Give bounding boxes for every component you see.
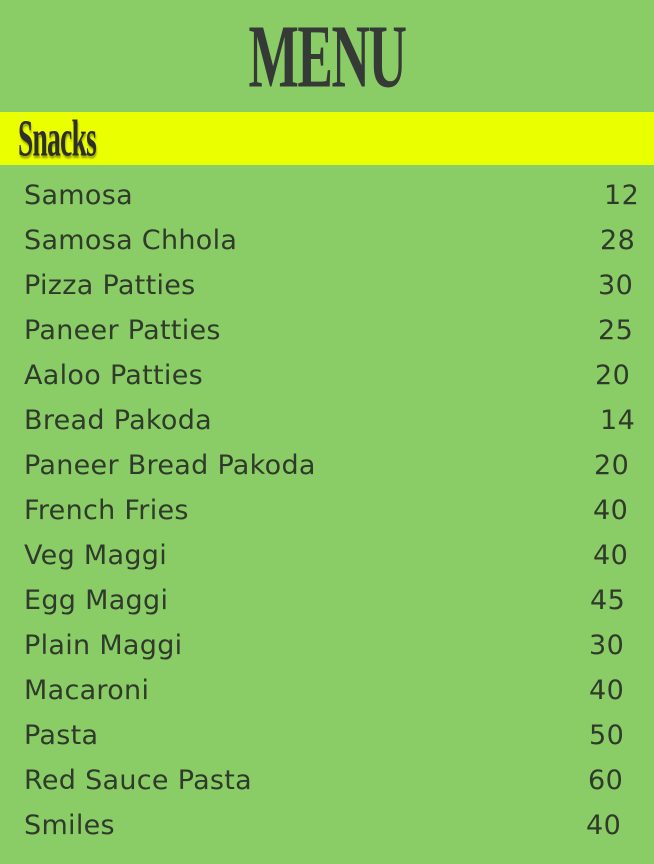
menu-item-name: Smiles — [24, 810, 115, 841]
menu-item-list: Samosa 12 Samosa Chhola 28 Pizza Patties… — [0, 176, 654, 851]
menu-item-price: 40 — [589, 675, 625, 706]
section-title-text: Snacks — [18, 109, 97, 167]
menu-item-name: Samosa Chhola — [24, 225, 238, 256]
menu-item: Plain Maggi 30 — [0, 626, 654, 671]
menu-item-price: 30 — [589, 630, 625, 661]
menu-item-price: 12 — [604, 180, 640, 211]
menu-item-name: Macaroni — [24, 675, 150, 706]
menu-item: Veg Maggi 40 — [0, 536, 654, 581]
menu-item-name: Aaloo Patties — [24, 360, 204, 391]
menu-item-price: 14 — [600, 405, 636, 436]
menu-item-price: 28 — [600, 225, 636, 256]
menu-item-price: 20 — [595, 360, 631, 391]
menu-item-price: 45 — [590, 585, 626, 616]
menu-item-name: Bread Pakoda — [24, 405, 212, 436]
menu-item: Pasta 50 — [0, 716, 654, 761]
menu-item: Paneer Patties 25 — [0, 311, 654, 356]
menu-title-text: MENU — [248, 6, 406, 108]
menu-item-name: Paneer Bread Pakoda — [24, 450, 316, 481]
menu-item-price: 40 — [593, 540, 629, 571]
menu-item: Paneer Bread Pakoda 20 — [0, 446, 654, 491]
menu-item-name: Plain Maggi — [24, 630, 183, 661]
section-title: Snacks — [18, 112, 144, 165]
menu-item-price: 40 — [586, 810, 622, 841]
menu-item-price: 30 — [598, 270, 634, 301]
menu-item: Bread Pakoda 14 — [0, 401, 654, 446]
menu-item-name: French Fries — [24, 495, 189, 526]
menu-item-name: Egg Maggi — [24, 585, 169, 616]
menu-item-price: 20 — [594, 450, 630, 481]
menu-item-name: Veg Maggi — [24, 540, 168, 571]
menu-item: Samosa 12 — [0, 176, 654, 221]
menu-item-price: 40 — [593, 495, 629, 526]
menu-item-price: 60 — [588, 765, 624, 796]
section-header-bar: Snacks — [0, 112, 654, 165]
menu-item-name: Pasta — [24, 720, 99, 751]
menu-item-name: Samosa — [24, 180, 133, 211]
menu-item: Samosa Chhola 28 — [0, 221, 654, 266]
menu-item: Pizza Patties 30 — [0, 266, 654, 311]
menu-item: Macaroni 40 — [0, 671, 654, 716]
menu-item-price: 50 — [589, 720, 625, 751]
menu-title: MENU — [0, 0, 654, 108]
menu-item: Egg Maggi 45 — [0, 581, 654, 626]
menu-item: Red Sauce Pasta 60 — [0, 761, 654, 806]
menu-item-name: Red Sauce Pasta — [24, 765, 253, 796]
menu-item: French Fries 40 — [0, 491, 654, 536]
menu-item-price: 25 — [598, 315, 634, 346]
menu-item-name: Pizza Patties — [24, 270, 196, 301]
menu-item: Aaloo Patties 20 — [0, 356, 654, 401]
menu-item-name: Paneer Patties — [24, 315, 221, 346]
menu-item: Smiles 40 — [0, 806, 654, 851]
